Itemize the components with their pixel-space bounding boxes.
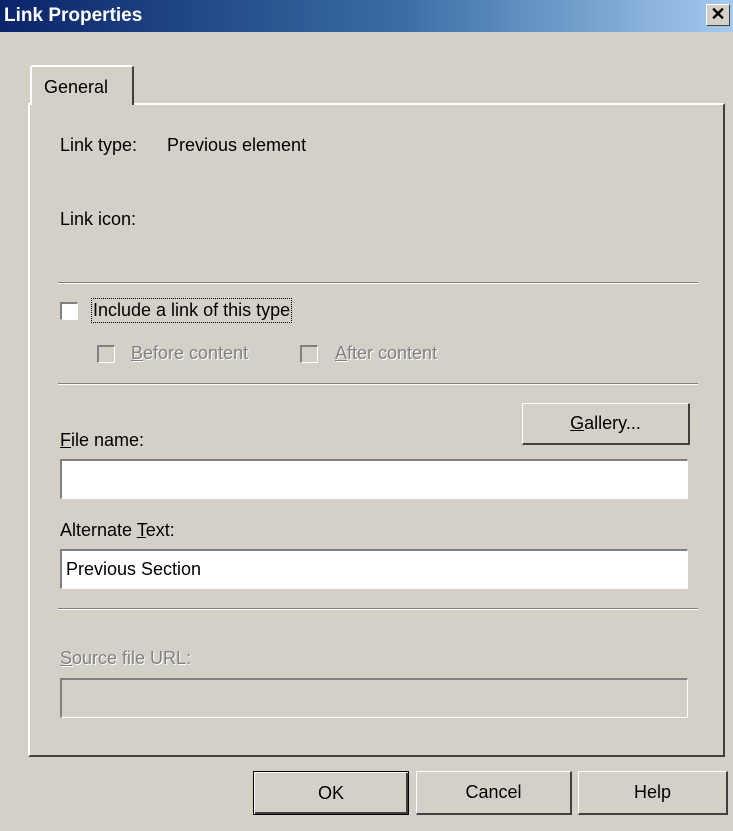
separator (58, 608, 698, 610)
before-content-label: Before content (131, 343, 249, 363)
file-name-input[interactable] (60, 459, 688, 499)
separator (58, 383, 698, 385)
source-file-url-label: Source file URL: (60, 648, 192, 668)
include-link-label[interactable]: Include a link of this type (90, 298, 293, 323)
link-type-label: Link type: (60, 135, 138, 155)
alternate-text-input[interactable] (60, 549, 688, 589)
before-content-checkbox[interactable] (97, 345, 115, 363)
link-icon-label: Link icon: (60, 209, 137, 229)
alternate-text-label: Alternate Text: (60, 520, 175, 540)
source-file-url-input[interactable] (60, 678, 688, 718)
include-link-checkbox[interactable] (60, 302, 78, 320)
after-content-label: After content (335, 343, 438, 363)
title-bar: Link Properties ✕ (0, 0, 733, 32)
separator (58, 282, 698, 284)
after-content-checkbox[interactable] (300, 345, 318, 363)
close-icon: ✕ (710, 4, 726, 24)
tab-general-label: General (44, 77, 109, 97)
link-type-value: Previous element (167, 135, 307, 155)
cancel-button[interactable]: Cancel (416, 771, 572, 815)
ok-button[interactable]: OK (253, 771, 409, 815)
file-name-label: File name: (60, 430, 145, 450)
help-button[interactable]: Help (578, 771, 728, 815)
close-button[interactable]: ✕ (706, 4, 730, 26)
gallery-button[interactable]: Gallery... (522, 403, 690, 445)
window-title: Link Properties (4, 5, 143, 26)
tab-general[interactable]: General (30, 65, 134, 105)
